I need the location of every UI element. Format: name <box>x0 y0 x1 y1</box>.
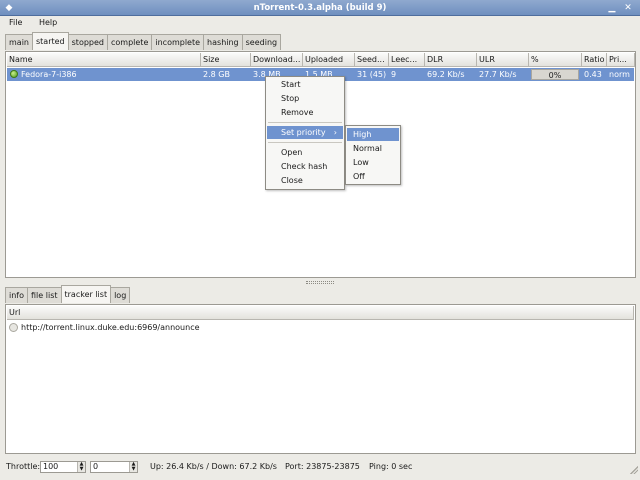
menu-file[interactable]: File <box>4 16 27 30</box>
priority-submenu: High Normal Low Off <box>345 125 401 185</box>
title-bar: ◆ nTorrent-0.3.alpha (build 9) ▁ ✕ <box>0 0 640 16</box>
torrent-filter-tabs: main started stopped complete incomplete… <box>5 32 282 50</box>
menu-item-set-priority[interactable]: Set priority › <box>267 126 343 139</box>
pane-splitter[interactable] <box>306 281 334 284</box>
column-header-priority[interactable]: Pri... <box>607 53 635 67</box>
tab-incomplete[interactable]: incomplete <box>151 34 205 50</box>
cell-priority: norm <box>609 70 630 79</box>
cell-ratio: 0.43 <box>584 70 602 79</box>
tracker-url: http://torrent.linux.duke.edu:6969/annou… <box>21 323 200 332</box>
column-header-downloaded[interactable]: Download... <box>251 53 303 67</box>
menu-item-open[interactable]: Open <box>267 146 343 159</box>
tracker-table: Url http://torrent.linux.duke.edu:6969/a… <box>5 304 636 454</box>
cell-leechers: 9 <box>391 70 397 79</box>
tab-file-list[interactable]: file list <box>27 287 62 303</box>
window-menu-icon[interactable]: ◆ <box>3 2 15 14</box>
cell-ulr: 27.7 Kb/s <box>479 70 517 79</box>
column-header-url[interactable]: Url <box>7 306 634 320</box>
table-row[interactable]: http://torrent.linux.duke.edu:6969/annou… <box>7 321 634 334</box>
menu-item-check-hash[interactable]: Check hash <box>267 160 343 173</box>
column-header-seeders[interactable]: Seed... <box>355 53 389 67</box>
column-header-name[interactable]: Name <box>7 53 201 67</box>
tab-hashing[interactable]: hashing <box>203 34 243 50</box>
throttle-down-value: 0 <box>93 462 99 471</box>
spinner-arrows-icon[interactable]: ▲ ▼ <box>129 462 137 472</box>
submenu-item-off[interactable]: Off <box>347 170 399 183</box>
transfer-rates: Up: 26.4 Kb/s / Down: 67.2 Kb/s <box>150 462 277 471</box>
tab-log[interactable]: log <box>110 287 131 303</box>
tab-stopped[interactable]: stopped <box>67 34 108 50</box>
column-header-size[interactable]: Size <box>201 53 251 67</box>
resize-grip[interactable] <box>630 466 638 474</box>
tab-started[interactable]: started <box>32 32 69 50</box>
throttle-down-spinner[interactable]: 0 ▲ ▼ <box>90 461 138 473</box>
port-info: Port: 23875-23875 <box>285 462 360 471</box>
cell-dlr: 69.2 Kb/s <box>427 70 465 79</box>
column-header-percent[interactable]: % <box>529 53 582 67</box>
tab-main[interactable]: main <box>5 34 33 50</box>
chevron-right-icon: › <box>333 128 337 137</box>
menu-help[interactable]: Help <box>34 16 62 30</box>
tab-info[interactable]: info <box>5 287 29 303</box>
submenu-item-normal[interactable]: Normal <box>347 142 399 155</box>
throttle-up-spinner[interactable]: 100 ▲ ▼ <box>40 461 86 473</box>
column-header-ulr[interactable]: ULR <box>477 53 529 67</box>
ping-info: Ping: 0 sec <box>369 462 413 471</box>
menu-item-stop[interactable]: Stop <box>267 92 343 105</box>
menu-bar: File Help <box>0 16 640 30</box>
menu-item-start[interactable]: Start <box>267 78 343 91</box>
column-header-leechers[interactable]: Leec... <box>389 53 425 67</box>
progress-bar: 0% <box>531 69 579 80</box>
detail-tabs: info file list tracker list log <box>5 285 131 303</box>
submenu-item-low[interactable]: Low <box>347 156 399 169</box>
menu-separator <box>268 142 342 143</box>
spinner-arrows-icon[interactable]: ▲ ▼ <box>77 462 85 472</box>
menu-separator <box>268 122 342 123</box>
window-title: nTorrent-0.3.alpha (build 9) <box>253 3 387 13</box>
column-header-dlr[interactable]: DLR <box>425 53 477 67</box>
status-bar: Throttle: 100 ▲ ▼ 0 ▲ ▼ Up: 26.4 Kb/s / Do… <box>0 458 640 476</box>
close-icon[interactable]: ✕ <box>622 2 634 14</box>
tracker-status-icon <box>9 323 18 332</box>
cell-seeders: 31 (45) <box>357 70 387 79</box>
menu-item-set-priority-label: Set priority <box>281 128 326 137</box>
throttle-label: Throttle: <box>6 462 41 471</box>
cell-name: Fedora-7-i386 <box>21 70 77 79</box>
tab-complete[interactable]: complete <box>107 34 153 50</box>
cell-size: 2.8 GB <box>203 70 230 79</box>
status-ok-icon <box>10 70 18 78</box>
tab-seeding[interactable]: seeding <box>241 34 282 50</box>
menu-item-remove[interactable]: Remove <box>267 106 343 119</box>
menu-item-close[interactable]: Close <box>267 174 343 187</box>
tab-tracker-list[interactable]: tracker list <box>60 285 112 303</box>
throttle-up-value: 100 <box>43 462 59 471</box>
column-header-uploaded[interactable]: Uploaded <box>303 53 355 67</box>
column-header-ratio[interactable]: Ratio <box>582 53 607 67</box>
context-menu: Start Stop Remove Set priority › Open Ch… <box>265 76 345 190</box>
minimize-icon[interactable]: ▁ <box>606 2 618 14</box>
submenu-item-high[interactable]: High <box>347 128 399 141</box>
